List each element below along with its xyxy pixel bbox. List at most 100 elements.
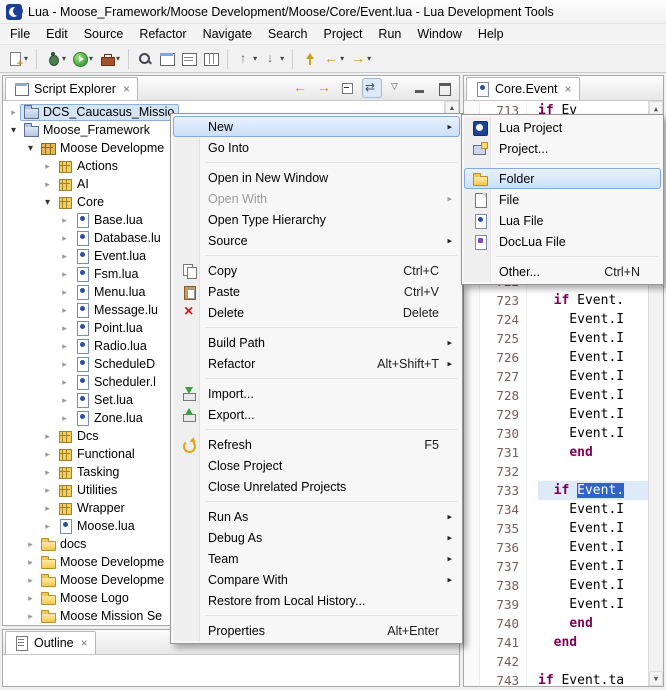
expand-arrow-icon[interactable]: ▾ bbox=[7, 125, 20, 136]
expand-arrow-icon[interactable]: ▸ bbox=[58, 233, 71, 244]
code-line-725[interactable]: Event.I bbox=[538, 329, 648, 348]
tab-outline[interactable]: Outline bbox=[5, 631, 96, 654]
expand-arrow-icon[interactable]: ▸ bbox=[41, 485, 54, 496]
menu-project[interactable]: Project bbox=[316, 25, 371, 43]
menu-item-refresh[interactable]: RefreshF5 bbox=[173, 434, 460, 455]
code-line-734[interactable]: Event.I bbox=[538, 500, 648, 519]
close-icon[interactable] bbox=[81, 638, 88, 648]
scroll-down-icon[interactable]: ▼ bbox=[649, 671, 663, 686]
code-line-723[interactable]: if Event. bbox=[538, 291, 648, 310]
collapse-all-button[interactable] bbox=[338, 78, 358, 98]
dropdown-arrow-icon[interactable]: ▾ bbox=[340, 54, 344, 63]
menu-item-source[interactable]: Source▸ bbox=[173, 230, 460, 251]
menu-help[interactable]: Help bbox=[470, 25, 512, 43]
dropdown-arrow-icon[interactable]: ▾ bbox=[280, 54, 284, 63]
menu-item-doclua-file[interactable]: DocLua File bbox=[464, 231, 661, 252]
dropdown-arrow-icon[interactable]: ▾ bbox=[116, 54, 120, 63]
tab-script-explorer[interactable]: Script Explorer bbox=[5, 77, 138, 100]
menu-item-file[interactable]: File bbox=[464, 189, 661, 210]
expand-arrow-icon[interactable]: ▸ bbox=[58, 215, 71, 226]
tab-core-event[interactable]: Core.Event bbox=[466, 77, 580, 100]
menu-item-properties[interactable]: PropertiesAlt+Enter bbox=[173, 620, 460, 641]
menu-item-export[interactable]: Export... bbox=[173, 404, 460, 425]
view-menu-button[interactable] bbox=[386, 78, 406, 98]
close-icon[interactable] bbox=[123, 84, 130, 94]
expand-arrow-icon[interactable]: ▸ bbox=[41, 521, 54, 532]
menu-item-refactor[interactable]: RefactorAlt+Shift+T▸ bbox=[173, 353, 460, 374]
menu-refactor[interactable]: Refactor bbox=[131, 25, 194, 43]
expand-arrow-icon[interactable]: ▸ bbox=[7, 107, 20, 118]
code-line-727[interactable]: Event.I bbox=[538, 367, 648, 386]
menu-item-folder[interactable]: Folder bbox=[464, 168, 661, 189]
code-line-743[interactable]: if Event.ta bbox=[538, 671, 648, 686]
menu-item-compare-with[interactable]: Compare With▸ bbox=[173, 569, 460, 590]
menu-item-go-into[interactable]: Go Into bbox=[173, 137, 460, 158]
expand-arrow-icon[interactable]: ▸ bbox=[58, 269, 71, 280]
code-line-737[interactable]: Event.I bbox=[538, 557, 648, 576]
menu-item-team[interactable]: Team▸ bbox=[173, 548, 460, 569]
code-line-736[interactable]: Event.I bbox=[538, 538, 648, 557]
back-arrow-button[interactable] bbox=[290, 78, 310, 98]
expand-arrow-icon[interactable]: ▸ bbox=[58, 395, 71, 406]
last-edit-location-button[interactable] bbox=[298, 47, 320, 71]
menu-item-close-project[interactable]: Close Project bbox=[173, 455, 460, 476]
code-line-735[interactable]: Event.I bbox=[538, 519, 648, 538]
code-line-740[interactable]: end bbox=[538, 614, 648, 633]
menu-run[interactable]: Run bbox=[370, 25, 409, 43]
code-line-733[interactable]: if Event. bbox=[538, 481, 648, 500]
expand-arrow-icon[interactable]: ▸ bbox=[58, 305, 71, 316]
code-line-731[interactable]: end bbox=[538, 443, 648, 462]
menu-item-lua-file[interactable]: Lua File bbox=[464, 210, 661, 231]
next-annotation-button[interactable]: ▾ bbox=[260, 47, 287, 71]
close-icon[interactable] bbox=[565, 84, 572, 94]
menu-item-import[interactable]: Import... bbox=[173, 383, 460, 404]
code-line-739[interactable]: Event.I bbox=[538, 595, 648, 614]
expand-arrow-icon[interactable]: ▸ bbox=[58, 323, 71, 334]
forward-arrow-button[interactable] bbox=[314, 78, 334, 98]
open-perspective-button[interactable] bbox=[156, 47, 178, 71]
maximize-button[interactable] bbox=[434, 78, 454, 98]
code-line-742[interactable] bbox=[538, 652, 648, 671]
code-line-732[interactable] bbox=[538, 462, 648, 481]
menu-item-project[interactable]: Project... bbox=[464, 138, 661, 159]
dropdown-arrow-icon[interactable]: ▾ bbox=[367, 54, 371, 63]
code-line-728[interactable]: Event.I bbox=[538, 386, 648, 405]
menu-search[interactable]: Search bbox=[260, 25, 316, 43]
dropdown-arrow-icon[interactable]: ▾ bbox=[253, 54, 257, 63]
menu-source[interactable]: Source bbox=[76, 25, 132, 43]
minimize-button[interactable] bbox=[410, 78, 430, 98]
show-view-a-button[interactable] bbox=[178, 47, 200, 71]
menu-item-close-unrelated-projects[interactable]: Close Unrelated Projects bbox=[173, 476, 460, 497]
menu-item-restore-from-local-history[interactable]: Restore from Local History... bbox=[173, 590, 460, 611]
menu-item-lua-project[interactable]: Lua Project bbox=[464, 117, 661, 138]
dropdown-arrow-icon[interactable]: ▾ bbox=[89, 54, 93, 63]
expand-arrow-icon[interactable]: ▸ bbox=[41, 179, 54, 190]
forward-button[interactable]: ▾ bbox=[347, 47, 374, 71]
expand-arrow-icon[interactable]: ▸ bbox=[24, 611, 37, 622]
debug-button[interactable]: ▾ bbox=[42, 47, 69, 71]
expand-arrow-icon[interactable]: ▾ bbox=[24, 143, 37, 154]
search-button[interactable] bbox=[134, 47, 156, 71]
code-line-741[interactable]: end bbox=[538, 633, 648, 652]
previous-annotation-button[interactable]: ▾ bbox=[233, 47, 260, 71]
menu-item-paste[interactable]: PasteCtrl+V bbox=[173, 281, 460, 302]
menu-item-open-in-new-window[interactable]: Open in New Window bbox=[173, 167, 460, 188]
code-line-730[interactable]: Event.I bbox=[538, 424, 648, 443]
code-line-738[interactable]: Event.I bbox=[538, 576, 648, 595]
new-wizard-button[interactable]: ▾ bbox=[4, 47, 31, 71]
run-button[interactable]: ▾ bbox=[69, 47, 96, 71]
menu-item-delete[interactable]: DeleteDelete bbox=[173, 302, 460, 323]
menu-navigate[interactable]: Navigate bbox=[195, 25, 260, 43]
link-with-editor-button[interactable] bbox=[362, 78, 382, 98]
code-line-726[interactable]: Event.I bbox=[538, 348, 648, 367]
expand-arrow-icon[interactable]: ▸ bbox=[58, 359, 71, 370]
menu-item-open-type-hierarchy[interactable]: Open Type Hierarchy bbox=[173, 209, 460, 230]
expand-arrow-icon[interactable]: ▸ bbox=[58, 413, 71, 424]
expand-arrow-icon[interactable]: ▸ bbox=[41, 161, 54, 172]
expand-arrow-icon[interactable]: ▸ bbox=[24, 593, 37, 604]
expand-arrow-icon[interactable]: ▸ bbox=[41, 431, 54, 442]
dropdown-arrow-icon[interactable]: ▾ bbox=[24, 54, 28, 63]
expand-arrow-icon[interactable]: ▸ bbox=[41, 503, 54, 514]
menu-file[interactable]: File bbox=[2, 25, 38, 43]
menu-edit[interactable]: Edit bbox=[38, 25, 76, 43]
